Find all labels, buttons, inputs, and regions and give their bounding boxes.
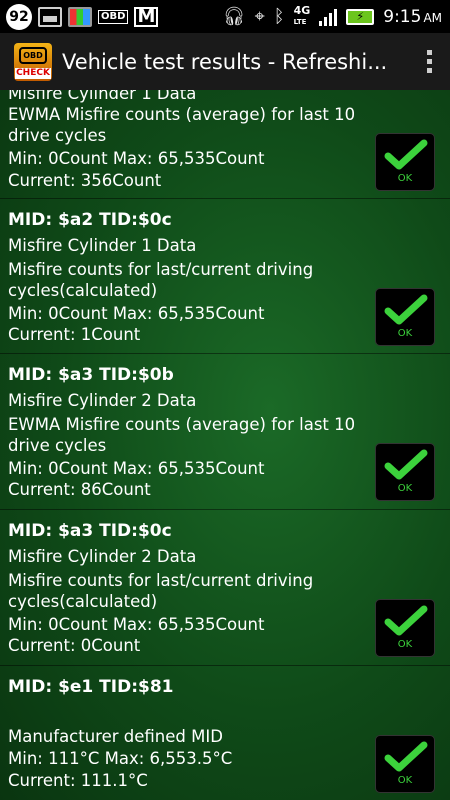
result-description: Misfire counts for last/current driving <box>8 260 314 279</box>
signal-icon <box>319 8 338 26</box>
result-description: EWMA Misfire counts (average) for last 1… <box>8 415 356 434</box>
result-range: Min: 111°C Max: 6,553.5°C <box>8 749 233 768</box>
result-header: MID: $a3 TID:$0b <box>8 365 174 385</box>
obd-icon[interactable]: OBD <box>98 9 129 24</box>
ok-label: OK <box>397 775 413 786</box>
ok-label: OK <box>397 639 413 650</box>
status-bar: 92 OBD M 🎧︎ ⌖ ᛒ 4G LTE ⚡ 9:15 AM <box>0 0 450 33</box>
result-range: Min: 0Count Max: 65,535Count <box>8 304 265 323</box>
result-header: MID: $a3 TID:$0c <box>8 521 172 541</box>
clock: 9:15 AM <box>383 6 442 27</box>
notification-count-badge[interactable]: 92 <box>6 3 32 30</box>
result-description: Misfire counts for last/current driving <box>8 571 314 590</box>
result-current: Current: 356Count <box>8 171 162 190</box>
ok-status-button[interactable]: OK <box>375 735 435 793</box>
ok-status-button[interactable]: OK <box>375 443 435 501</box>
gallery-icon[interactable] <box>38 6 62 27</box>
result-description: drive cycles <box>8 436 107 455</box>
result-current: Current: 0Count <box>8 636 141 655</box>
checkmark-icon <box>384 139 428 170</box>
result-range: Min: 0Count Max: 65,535Count <box>8 459 265 478</box>
checkmark-icon <box>384 741 428 772</box>
result-header: MID: $e1 TID:$81 <box>8 677 174 697</box>
battery-icon: ⚡ <box>346 8 375 25</box>
result-description: cycles(calculated) <box>8 592 158 611</box>
result-header: MID: $a2 TID:$0c <box>8 210 172 230</box>
result-description: drive cycles <box>8 126 107 145</box>
gmail-icon[interactable]: M <box>134 6 159 27</box>
ok-status-button[interactable]: OK <box>375 288 435 346</box>
list-item[interactable]: MID: $a3 TID:$0c Misfire Cylinder 2 Data… <box>0 510 450 666</box>
result-range: Min: 0Count Max: 65,535Count <box>8 615 265 634</box>
ok-label: OK <box>397 328 413 339</box>
action-bar: OBD CHECK Vehicle test results - Refresh… <box>0 33 450 91</box>
network-type-label: 4G LTE <box>293 4 311 26</box>
ok-label: OK <box>397 173 413 184</box>
result-current: Current: 1Count <box>8 325 141 344</box>
result-name: Misfire Cylinder 2 Data <box>8 547 197 566</box>
result-name: Misfire Cylinder 1 Data <box>8 236 197 255</box>
list-item[interactable]: MID: $e1 TID:$81 Manufacturer defined MI… <box>0 666 450 800</box>
overflow-menu-icon[interactable] <box>427 50 432 73</box>
result-description: cycles(calculated) <box>8 281 158 300</box>
result-name: Misfire Cylinder 1 Data <box>8 90 197 103</box>
result-description: EWMA Misfire counts (average) for last 1… <box>8 105 356 124</box>
app-icon[interactable]: OBD CHECK <box>14 42 52 81</box>
list-item[interactable]: MID: $a2 TID:$0c Misfire Cylinder 1 Data… <box>0 199 450 354</box>
apps-icon[interactable] <box>68 6 92 27</box>
headphones-icon: 🎧︎ <box>222 6 246 27</box>
checkmark-icon <box>384 294 428 325</box>
result-current: Current: 111.1°C <box>8 771 148 790</box>
result-current: Current: 86Count <box>8 480 151 499</box>
bluetooth-icon: ᛒ <box>273 6 285 27</box>
list-item[interactable]: MID: $a3 TID:$0b Misfire Cylinder 2 Data… <box>0 354 450 510</box>
result-name: Misfire Cylinder 2 Data <box>8 391 197 410</box>
checkmark-icon <box>384 605 428 636</box>
page-title: Vehicle test results - Refreshi... <box>62 49 388 74</box>
results-list[interactable]: Misfire Cylinder 1 Data EWMA Misfire cou… <box>0 90 450 800</box>
gps-icon: ⌖ <box>254 6 265 27</box>
checkmark-icon <box>384 449 428 480</box>
list-item[interactable]: Misfire Cylinder 1 Data EWMA Misfire cou… <box>0 90 450 199</box>
ok-status-button[interactable]: OK <box>375 599 435 657</box>
ok-status-button[interactable]: OK <box>375 133 435 191</box>
result-range: Min: 0Count Max: 65,535Count <box>8 149 265 168</box>
result-description: Manufacturer defined MID <box>8 727 223 746</box>
ok-label: OK <box>397 483 413 494</box>
